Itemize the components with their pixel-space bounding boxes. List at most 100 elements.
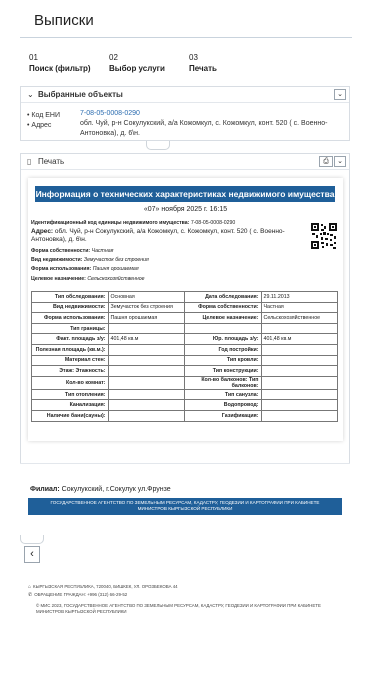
table-cell-label: Наличие бани(сауны): [31, 409, 109, 422]
step-label: Выбор услуги [109, 64, 165, 73]
owner-label: Форма собственности: [31, 248, 91, 254]
step-search[interactable]: 01 Поиск (фильтр) [29, 52, 91, 74]
table-cell-value [260, 322, 338, 335]
footer-phone-text: ОБРАЩЕНИЕ ГРАЖДАН: +996 (312) 66-29-52 [34, 592, 128, 597]
id-label: Идентификационный код единицы недвижимог… [31, 220, 190, 226]
document-date: «07» ноября 2025 г. 16:15 [143, 206, 228, 213]
table-cell-label: Форма собственности: [184, 301, 262, 314]
table-cell-label: Тип санузла: [184, 388, 262, 401]
table-row: Тип отопления: Тип санузла: [31, 388, 338, 401]
table-cell-label: Материал стен: [31, 354, 109, 367]
table-cell-label: Факт. площадь з/у: [31, 333, 109, 345]
purpose-value: Сельскохозяйственное [87, 276, 145, 282]
table-row: Факт. площадь з/у: 401,48 кв.м Юр. площадь… [31, 333, 338, 345]
table-cell-value [107, 388, 185, 401]
phone-icon: ✆ [28, 592, 33, 598]
purpose-label: Целевое назначение: [31, 276, 86, 282]
qr-code-icon [311, 223, 337, 249]
step-print[interactable]: 03 Печать [189, 52, 217, 74]
table-cell-value [107, 399, 185, 411]
step-number: 03 [189, 53, 198, 62]
expand-tab[interactable] [146, 141, 170, 150]
id-row: Идентификационный код единицы недвижимог… [31, 220, 301, 227]
table-cell-value [260, 343, 338, 356]
table-cell-value [107, 409, 185, 422]
table-cell-value [260, 365, 338, 377]
purpose-row: Целевое назначение: Сельскохозяйственное [31, 276, 301, 283]
table-cell-label: Газификация: [184, 409, 262, 422]
home-icon: ⌂ [28, 584, 32, 590]
table-cell-value: Пашня орошаемая [107, 312, 185, 324]
table-row: Канализация: Водопровод: [31, 399, 338, 411]
step-label: Печать [189, 64, 217, 73]
table-cell-label [184, 322, 262, 335]
table-row: Кол-во комнат: Кол-во балконов: Тип балко… [31, 375, 338, 390]
page-title: Выписки [34, 12, 94, 29]
table-cell-label: Этаж: Этажность: [31, 365, 109, 377]
step-label: Поиск (фильтр) [29, 64, 91, 73]
banner-line-2: МИНИСТРОВ КЫРГЫЗСКОЙ РЕСПУБЛИКИ [137, 506, 233, 511]
document-heading: Информация о технических характеристиках… [35, 186, 335, 202]
table-cell-value: 29.11.2013 [260, 291, 338, 303]
print-header: ▯ Печать ⎙ ⌄ [21, 154, 349, 170]
table-cell-label: Форма использования: [31, 312, 109, 324]
addr-value: обл. Чуй, р-н Сокулукский, а/а Кожомкул,… [31, 228, 285, 243]
table-cell-value: Частная [260, 301, 338, 314]
table-cell-label: Тип конструкции: [184, 365, 262, 377]
table-cell-label: Тип обследования: [31, 291, 109, 303]
table-row: Тип обследования: Основная Дата обследован… [31, 291, 338, 303]
table-row: Тип границы: [31, 322, 338, 335]
table-row: Материал стен: Тип кровли: [31, 354, 338, 367]
document-preview: Информация о технических характеристиках… [28, 178, 343, 441]
print-toggle-button[interactable]: ⌄ [334, 156, 346, 167]
table-cell-value [107, 322, 185, 335]
collapse-tab[interactable] [20, 535, 44, 544]
id-value: 7-08-05-0008-0290 [190, 220, 236, 226]
table-cell-value [260, 409, 338, 422]
table-cell-label: Тип кровли: [184, 354, 262, 367]
table-cell-value [260, 354, 338, 367]
kind-value: Земучасток без строения [83, 257, 149, 263]
table-row: Наличие бани(сауны): Газификация: [31, 409, 338, 422]
table-row: Вид недвижимости: Земучасток без строения… [31, 301, 338, 314]
printer-icon[interactable]: ⎙ [319, 156, 333, 167]
table-cell-label: Кол-во балконов: Тип балконов: [184, 375, 262, 390]
addr-label: Адрес: [31, 228, 54, 235]
collapse-button[interactable]: ⌄ [334, 89, 346, 100]
back-button[interactable]: ‹ [24, 546, 40, 563]
footer-copyright: © МИС 2023, ГОСУДАРСТВЕННОЕ АГЕНТСТВО ПО… [36, 603, 336, 615]
table-cell-label: Водопровод: [184, 399, 262, 411]
table-cell-label: Год постройки: [184, 343, 262, 356]
table-cell-value [107, 343, 185, 356]
table-cell-value: Сельскохозяйственное [260, 312, 338, 324]
code-value-link[interactable]: 7-08-05-0008-0290 [80, 109, 140, 119]
table-cell-label: Целевое назначение: [184, 312, 262, 324]
steps: 01 Поиск (фильтр) 02 Выбор услуги 03 Печ… [29, 52, 329, 78]
agency-banner: ГОСУДАРСТВЕННОЕ АГЕНТСТВО ПО ЗЕМЕЛЬНЫМ Р… [28, 498, 342, 515]
table-row: Этаж: Этажность: Тип конструкции: [31, 365, 338, 377]
table-row: Полезная площадь (кв.м.): Год постройки: [31, 343, 338, 356]
owner-row: Форма собственности: Частная [31, 248, 301, 255]
table-cell-value: Земучасток без строения [107, 301, 185, 314]
kind-label: Вид недвижимости: [31, 257, 83, 263]
section-divider [20, 463, 350, 464]
owner-value: Частная [91, 248, 114, 254]
table-cell-value [260, 388, 338, 401]
use-row: Форма использования: Пашня орошаемая [31, 266, 301, 273]
footer-address-text: КЫРГЫЗСКАЯ РЕСПУБЛИКА, 720040, БИШКЕК, У… [33, 584, 178, 589]
file-icon: ▯ [27, 157, 32, 166]
address-label: • Адрес [27, 122, 52, 129]
table-row: Форма использования: Пашня орошаемая Целев… [31, 312, 338, 324]
table-cell-label: Юр. площадь з/у: [184, 333, 262, 345]
selected-objects-header: ⌄ Выбранные объекты ⌄ [21, 87, 349, 103]
address-value: обл. Чуй, р-н Сокулукский, а/а Кожомкул,… [80, 120, 328, 137]
characteristics-table: Тип обследования: Основная Дата обследован… [31, 291, 338, 422]
filial-value: Сокулукский, г.Сокулук ул.Фрунзе [61, 486, 171, 493]
table-cell-label: Канализация: [31, 399, 109, 411]
step-service[interactable]: 02 Выбор услуги [109, 52, 165, 74]
code-label: • Код ЕНИ [27, 112, 60, 119]
footer-phone: ✆ ОБРАЩЕНИЕ ГРАЖДАН: +996 (312) 66-29-52 [28, 592, 127, 598]
table-cell-label: Дата обследования: [184, 291, 262, 303]
copyright-line-2: МИНИСТРОВ КЫРГЫЗСКОЙ РЕСПУБЛИКИ [36, 609, 127, 614]
table-cell-value [107, 375, 185, 390]
